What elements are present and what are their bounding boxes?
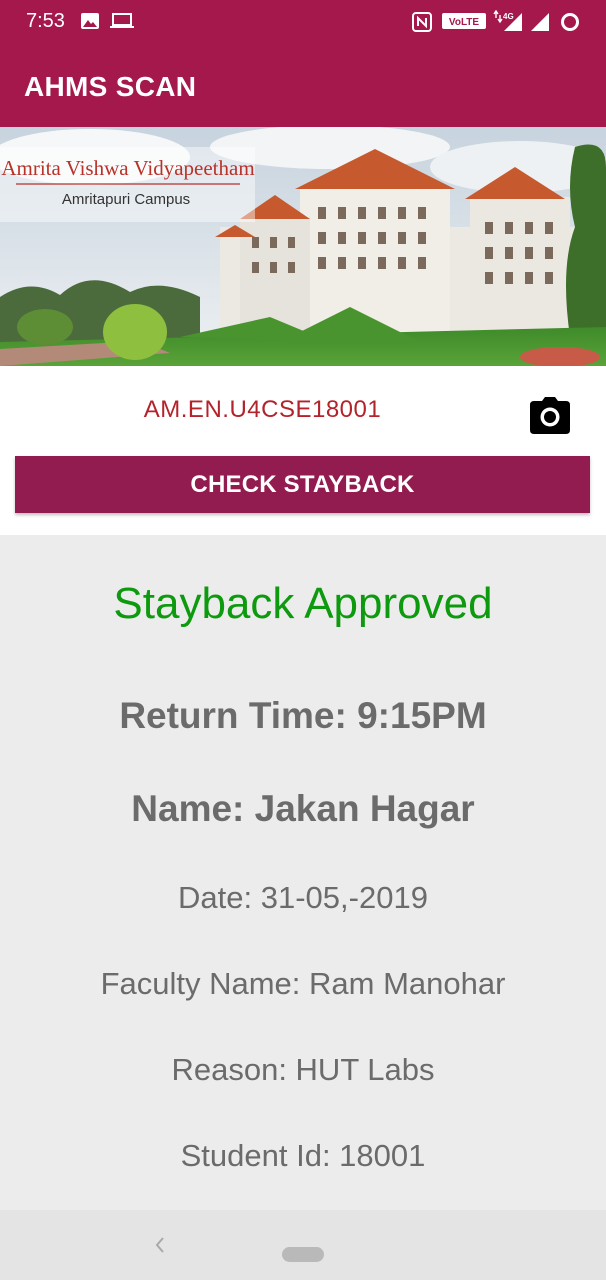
volte-label: VoLTE (449, 17, 480, 28)
stayback-status: Stayback Approved (113, 579, 493, 628)
system-nav-bar (0, 1210, 606, 1280)
network-label: 4G (503, 12, 514, 21)
status-time: 7:53 (26, 10, 65, 32)
nfc-icon (412, 12, 432, 32)
result-panel: Stayback Approved Return Time: 9:15PM Na… (0, 535, 606, 1210)
4g-signal-icon: 4G (493, 10, 522, 31)
app-bar: AHMS SCAN (0, 45, 606, 127)
student-name: Name: Jakan Hagar (131, 788, 475, 829)
faculty-name: Faculty Name: Ram Manohar (100, 966, 506, 1001)
volte-icon: VoLTE (442, 13, 486, 29)
camera-button[interactable] (528, 396, 572, 436)
campus-banner-image: Amrita Vishwa Vidyapeetham Amritapuri Ca… (0, 127, 606, 366)
scanned-code: AM.EN.U4CSE18001 (143, 396, 382, 423)
status-bar: 7:53 VoLTE 4G (0, 0, 606, 45)
scan-panel: AM.EN.U4CSE18001 CHECK STAYBACK (0, 366, 606, 535)
back-chevron-icon[interactable] (150, 1232, 170, 1258)
banner-campus-name: Amritapuri Campus (62, 191, 190, 208)
camera-icon (530, 397, 570, 434)
image-icon (81, 13, 99, 29)
home-pill-icon[interactable] (282, 1247, 324, 1262)
stayback-date: Date: 31-05,-2019 (178, 880, 428, 915)
return-time: Return Time: 9:15PM (119, 695, 487, 736)
stayback-reason: Reason: HUT Labs (171, 1052, 435, 1087)
battery-ring-icon (561, 13, 579, 31)
app-title: AHMS SCAN (24, 71, 197, 102)
laptop-icon (110, 13, 134, 28)
signal-icon (531, 13, 549, 31)
banner-institution-name: Amrita Vishwa Vidyapeetham (1, 156, 254, 180)
student-id: Student Id: 18001 (180, 1138, 426, 1173)
check-stayback-button[interactable]: CHECK STAYBACK (15, 456, 590, 513)
